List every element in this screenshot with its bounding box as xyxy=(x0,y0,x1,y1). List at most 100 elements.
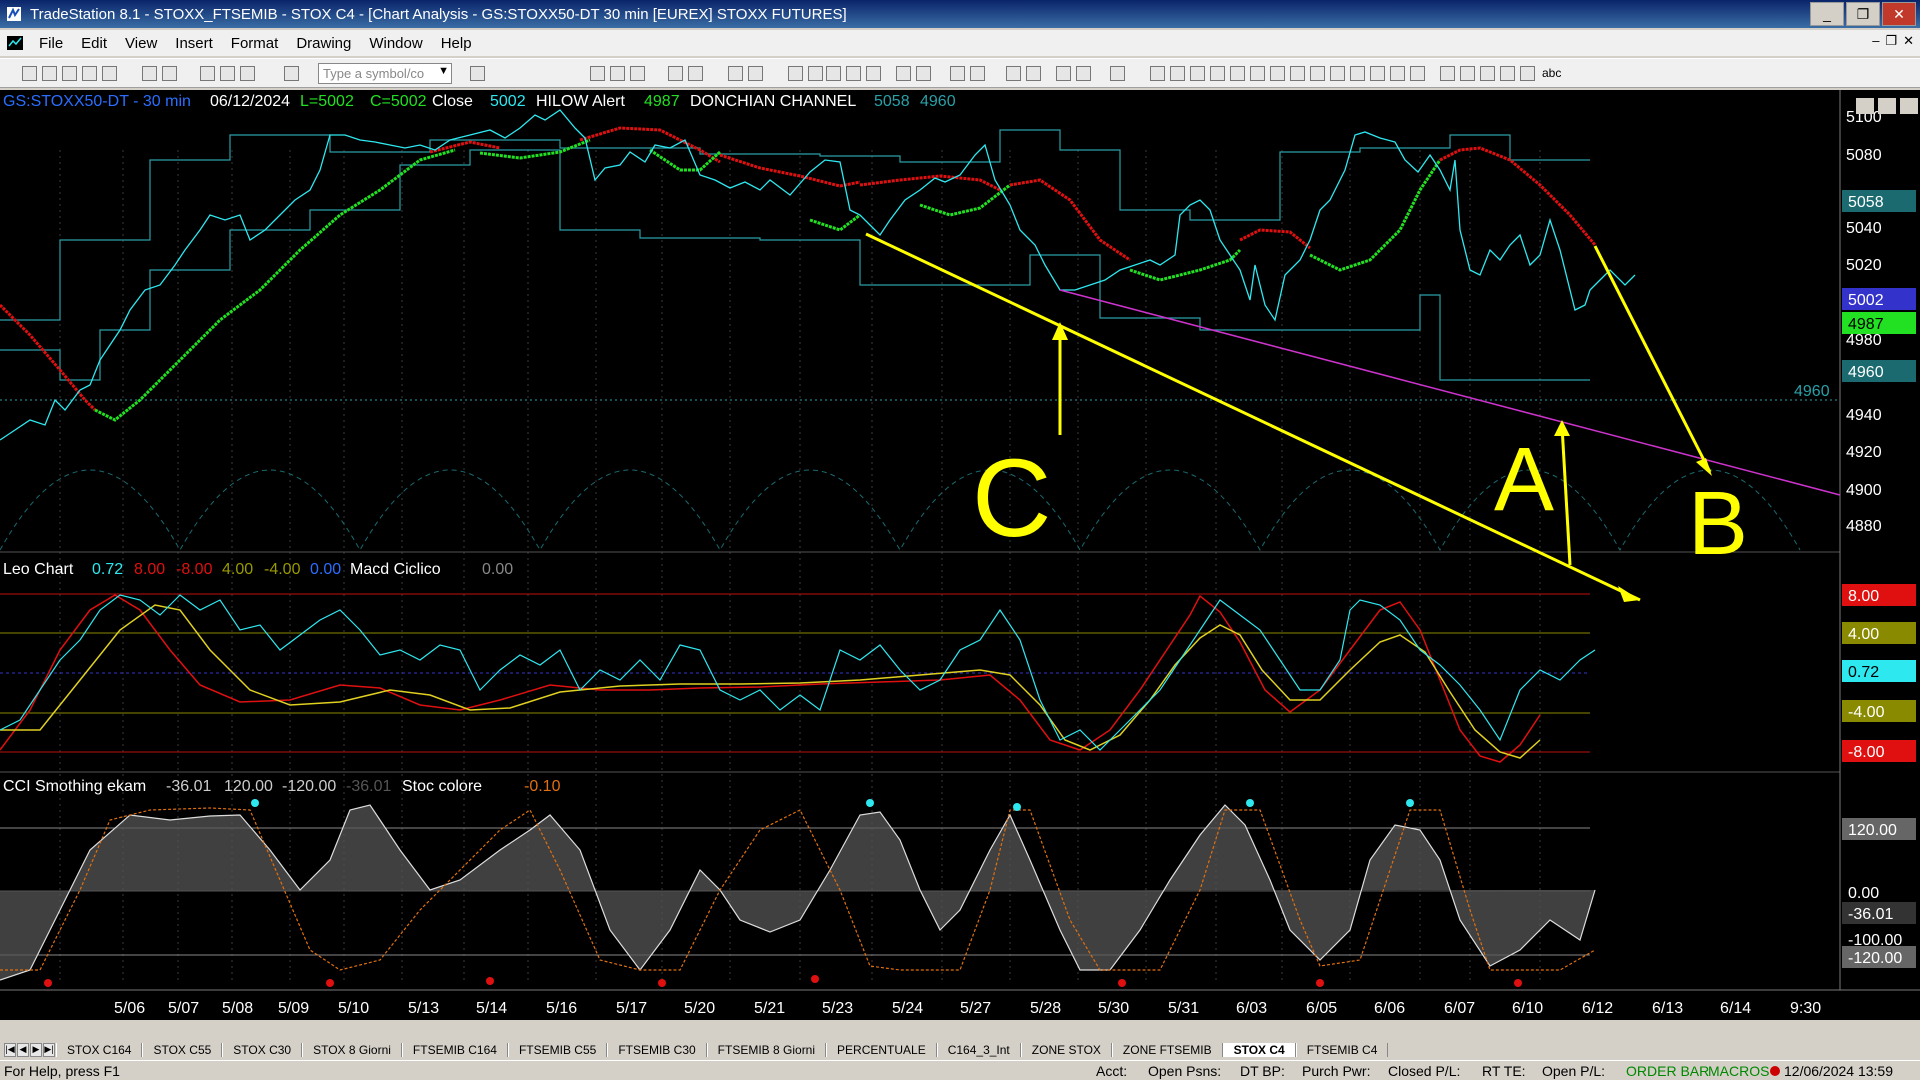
radar-icon[interactable] xyxy=(284,66,299,81)
leo-tag: 8.00 xyxy=(1848,588,1879,605)
cycle-icon[interactable] xyxy=(1330,66,1345,81)
close-button[interactable]: ✕ xyxy=(1882,2,1916,26)
tab-zone-ftsemib[interactable]: ZONE FTSEMIB xyxy=(1111,1043,1223,1057)
cci-v3: -120.00 xyxy=(282,778,336,795)
menu-drawing[interactable]: Drawing xyxy=(287,35,360,52)
menu-format[interactable]: Format xyxy=(222,35,288,52)
indicator-icon[interactable] xyxy=(668,66,683,81)
search-symbol-icon[interactable] xyxy=(470,66,485,81)
minimize-button[interactable]: _ xyxy=(1810,2,1844,26)
tab-stox-8-giorni[interactable]: STOX 8 Giorni xyxy=(302,1043,402,1057)
zoom-in-icon[interactable] xyxy=(950,66,965,81)
bar-icon[interactable] xyxy=(826,66,841,81)
bar-chart-icon[interactable] xyxy=(610,66,625,81)
curve-icon[interactable] xyxy=(1440,66,1455,81)
tab-ftsemib-c4[interactable]: FTSEMIB C4 xyxy=(1295,1043,1389,1057)
open-icon[interactable] xyxy=(42,66,57,81)
ellipse-icon[interactable] xyxy=(1390,66,1405,81)
tab-ftsemib-c30[interactable]: FTSEMIB C30 xyxy=(607,1043,707,1057)
tab-ftsemib-c55[interactable]: FTSEMIB C55 xyxy=(507,1043,608,1057)
print-preview-icon[interactable] xyxy=(162,66,177,81)
tools-icon[interactable] xyxy=(1056,66,1071,81)
line-icon[interactable] xyxy=(846,66,861,81)
print-icon[interactable] xyxy=(142,66,157,81)
zoom-out-icon[interactable] xyxy=(970,66,985,81)
menu-window[interactable]: Window xyxy=(360,35,431,52)
tab-prev-icon[interactable]: ◀ xyxy=(17,1043,29,1057)
tab-stox-c55[interactable]: STOX C55 xyxy=(142,1043,223,1057)
tab-c164-3-int[interactable]: C164_3_Int xyxy=(936,1043,1021,1057)
restore-button[interactable]: ❐ xyxy=(1846,2,1880,26)
chart-analysis-window[interactable]: GS:STOXX50-DT - 30 min 06/12/2024 L=5002… xyxy=(0,90,1920,1040)
tab-percentuale[interactable]: PERCENTUALE xyxy=(826,1043,937,1057)
menu-insert[interactable]: Insert xyxy=(166,35,222,52)
horizontal-line-icon[interactable] xyxy=(1190,66,1205,81)
strategy-icon[interactable] xyxy=(688,66,703,81)
tab-zone-stox[interactable]: ZONE STOX xyxy=(1020,1043,1112,1057)
mdi-restore-button[interactable]: ❐ xyxy=(1885,33,1897,49)
tab-next-icon[interactable]: ▶ xyxy=(30,1043,42,1057)
mdi-minimize-button[interactable]: – xyxy=(1872,33,1879,49)
tab-stox-c164[interactable]: STOX C164 xyxy=(56,1043,143,1057)
format-icon[interactable] xyxy=(728,66,743,81)
fib-icon[interactable] xyxy=(1170,66,1185,81)
menu-view[interactable]: View xyxy=(116,35,166,52)
chart-canvas[interactable]: GS:STOXX50-DT - 30 min 06/12/2024 L=5002… xyxy=(0,90,1920,1040)
fan-icon[interactable] xyxy=(1350,66,1365,81)
chevron-down-icon[interactable]: ▼ xyxy=(438,65,449,77)
save-icon[interactable] xyxy=(62,66,77,81)
up-arrow-icon[interactable] xyxy=(1480,66,1495,81)
new-icon[interactable] xyxy=(22,66,37,81)
channel-icon[interactable] xyxy=(1210,66,1225,81)
menu-edit[interactable]: Edit xyxy=(72,35,116,52)
workspace-icon[interactable] xyxy=(240,66,255,81)
tab-last-icon[interactable]: ▶| xyxy=(43,1043,55,1057)
tab-first-icon[interactable]: |◀ xyxy=(4,1043,16,1057)
properties-icon[interactable] xyxy=(1110,66,1125,81)
candle-chart-icon[interactable] xyxy=(630,66,645,81)
order-bar-button[interactable]: ORDER BAR xyxy=(1626,1063,1709,1079)
lock-icon[interactable] xyxy=(220,66,235,81)
down-arrow-icon[interactable] xyxy=(1460,66,1475,81)
tab-ftsemib-c164[interactable]: FTSEMIB C164 xyxy=(401,1043,508,1057)
tab-stox-c30[interactable]: STOX C30 xyxy=(222,1043,303,1057)
copy-icon[interactable] xyxy=(82,66,97,81)
circle-icon[interactable] xyxy=(1500,66,1515,81)
x-tick: 5/21 xyxy=(754,1000,785,1017)
leo-v3: -8.00 xyxy=(176,561,213,578)
chart-type-icon[interactable] xyxy=(590,66,605,81)
data-window-icon[interactable] xyxy=(748,66,763,81)
square-icon[interactable] xyxy=(1520,66,1535,81)
tab-stox-c4[interactable]: STOX C4 xyxy=(1222,1043,1296,1057)
menu-help[interactable]: Help xyxy=(432,35,481,52)
macros-button[interactable]: MACROS xyxy=(1708,1063,1769,1079)
histogram-icon[interactable] xyxy=(866,66,881,81)
window-icon[interactable] xyxy=(200,66,215,81)
menu-file[interactable]: File xyxy=(30,35,72,52)
scroll-right-icon[interactable] xyxy=(916,66,931,81)
andrews-icon[interactable] xyxy=(1250,66,1265,81)
paste-icon[interactable] xyxy=(102,66,117,81)
rectangle-icon[interactable] xyxy=(1410,66,1425,81)
gann-icon[interactable] xyxy=(1230,66,1245,81)
x-tick: 5/30 xyxy=(1098,1000,1129,1017)
arrow-icon[interactable] xyxy=(1310,66,1325,81)
arc-icon[interactable] xyxy=(1370,66,1385,81)
insert-icon[interactable] xyxy=(1076,66,1091,81)
chart-mdi-controls[interactable] xyxy=(1856,98,1918,114)
horizontal-scrollbar[interactable] xyxy=(0,1020,1920,1040)
chart-icon[interactable] xyxy=(808,66,823,81)
symbol-input[interactable]: Type a symbol/co ▼ xyxy=(318,63,452,84)
mdi-close-button[interactable]: ✕ xyxy=(1903,33,1914,49)
cci-signal-dot xyxy=(1406,799,1414,807)
select-icon[interactable] xyxy=(1026,66,1041,81)
scroll-left-icon[interactable] xyxy=(896,66,911,81)
speed-lines-icon[interactable] xyxy=(1270,66,1285,81)
pointer-icon[interactable] xyxy=(1006,66,1021,81)
symbol-list-icon[interactable] xyxy=(788,66,803,81)
text-tool-label[interactable]: abc xyxy=(1542,66,1561,80)
trendline-icon[interactable] xyxy=(1150,66,1165,81)
tab-ftsemib-8-giorni[interactable]: FTSEMIB 8 Giorni xyxy=(706,1043,827,1057)
leo-legend: Leo Chart 0.72 8.00 -8.00 4.00 -4.00 0.0… xyxy=(3,561,513,578)
regression-icon[interactable] xyxy=(1290,66,1305,81)
